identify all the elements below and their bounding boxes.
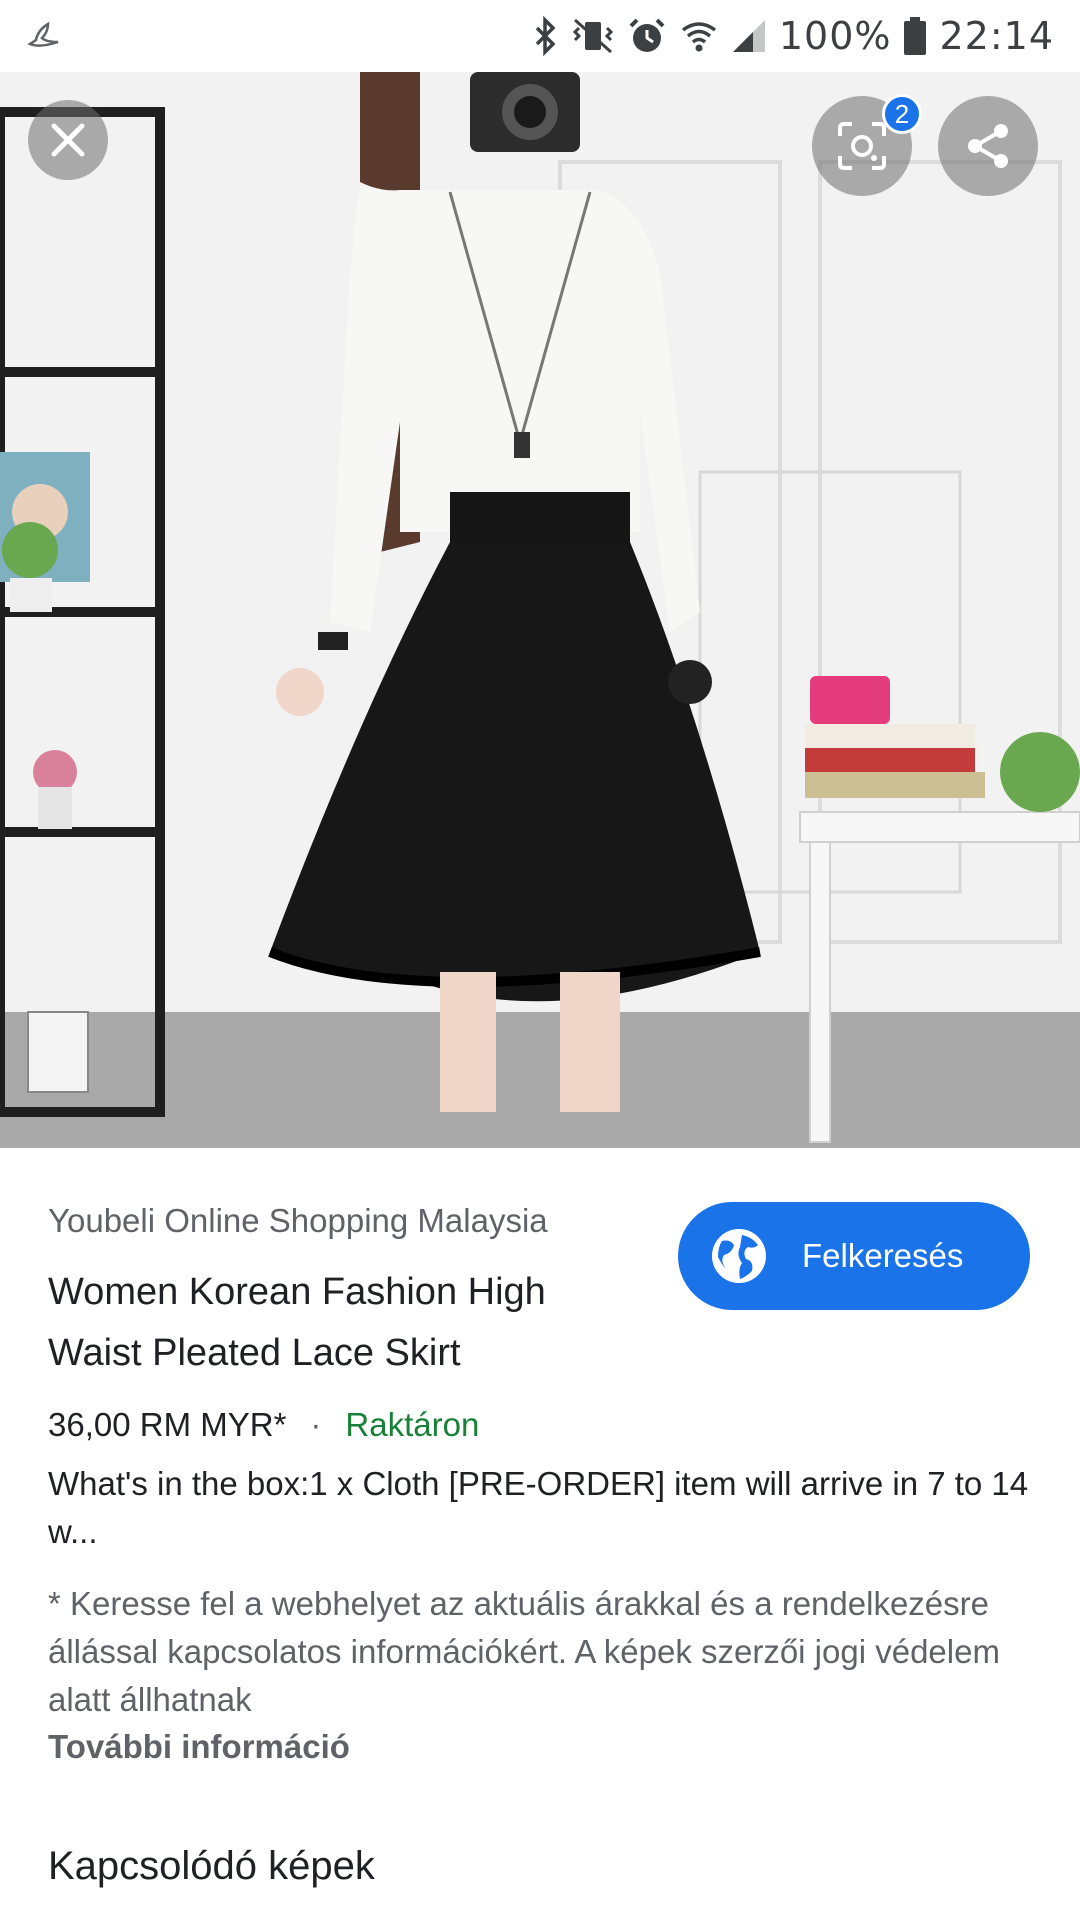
source-site[interactable]: Youbeli Online Shopping Malaysia bbox=[48, 1202, 548, 1240]
battery-percent: 100% bbox=[778, 14, 892, 58]
separator-dot: · bbox=[310, 1406, 322, 1443]
bluetooth-icon bbox=[535, 16, 556, 56]
visit-button-label: Felkeresés bbox=[802, 1237, 964, 1274]
wifi-icon bbox=[681, 22, 716, 52]
signal-icon bbox=[732, 20, 765, 52]
close-icon bbox=[51, 123, 85, 157]
result-title[interactable]: Women Korean Fashion High Waist Pleated … bbox=[48, 1262, 648, 1384]
lens-badge: 2 bbox=[882, 94, 922, 134]
price: 36,00 RM MYR* bbox=[48, 1406, 287, 1443]
close-button[interactable] bbox=[28, 100, 108, 180]
clock: 22:14 bbox=[939, 14, 1054, 58]
lens-icon bbox=[838, 122, 886, 170]
price-row: 36,00 RM MYR* · Raktáron bbox=[48, 1406, 479, 1444]
vibrate-icon bbox=[572, 18, 613, 54]
availability-badge: Raktáron bbox=[345, 1406, 480, 1443]
product-photo[interactable] bbox=[0, 72, 1080, 1148]
more-info-link[interactable]: További információ bbox=[48, 1728, 350, 1766]
status-bar: 100% 22:14 bbox=[0, 0, 1080, 72]
app-notification-icon bbox=[27, 21, 59, 47]
disclaimer-text: * Keresse fel a webhelyet az aktuális ár… bbox=[48, 1585, 1000, 1718]
visit-button[interactable]: Felkeresés bbox=[678, 1202, 1030, 1310]
globe-icon bbox=[712, 1229, 766, 1283]
related-images-heading: Kapcsolódó képek bbox=[48, 1844, 375, 1888]
share-button[interactable] bbox=[938, 96, 1038, 196]
share-icon bbox=[968, 124, 1008, 168]
product-description: What's in the box:1 x Cloth [PRE-ORDER] … bbox=[48, 1465, 1029, 1550]
image-viewer[interactable]: 2 bbox=[0, 72, 1080, 1148]
alarm-icon bbox=[629, 18, 665, 52]
battery-icon bbox=[904, 17, 927, 55]
